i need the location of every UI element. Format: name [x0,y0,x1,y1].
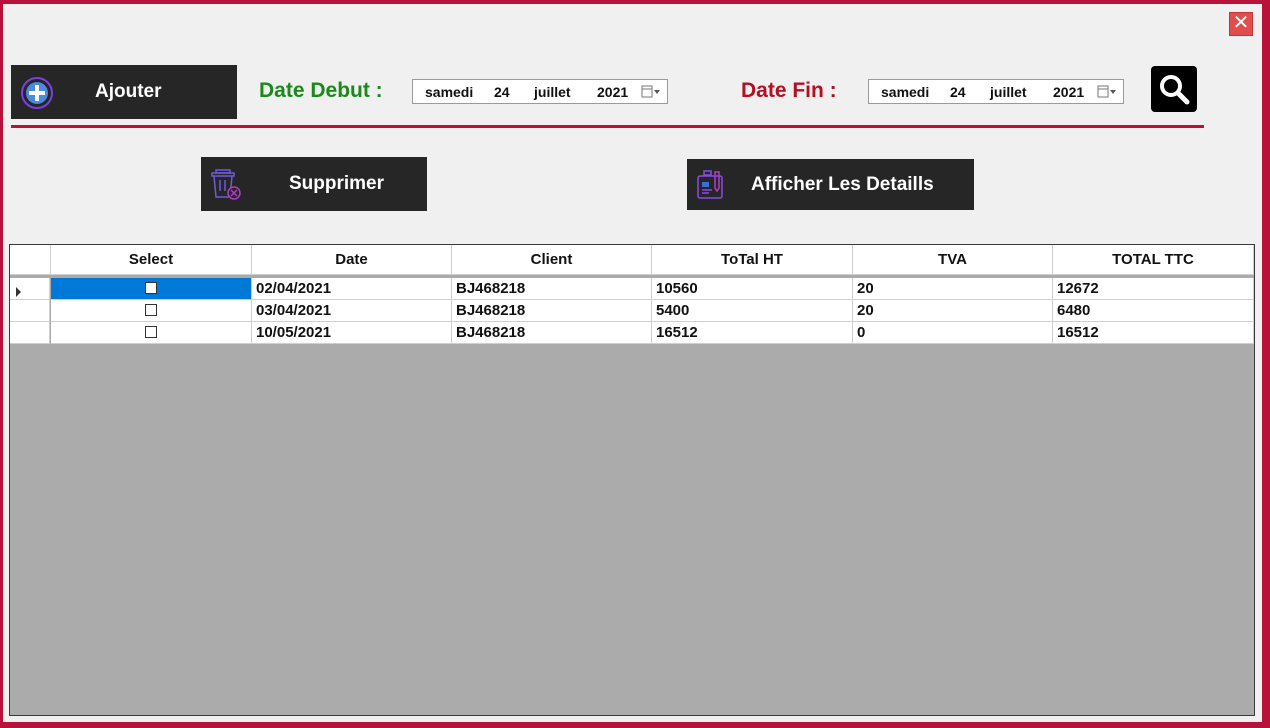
column-header-total-ht[interactable]: ToTal HT [652,245,853,274]
date-fin-dayname: samedi [881,84,930,100]
date-cell[interactable]: 03/04/2021 [252,300,452,322]
column-header-date[interactable]: Date [252,245,452,274]
show-details-button[interactable]: Afficher Les Detaills [687,159,974,210]
grid-header: Select Date Client ToTal HT TVA TOTAL TT… [10,245,1254,275]
column-header-total-ttc[interactable]: TOTAL TTC [1053,245,1254,274]
client-cell[interactable]: BJ468218 [452,322,652,344]
date-debut-year: 2021 [597,84,629,100]
table-row[interactable]: 03/04/2021 BJ468218 5400 20 6480 [10,300,1254,322]
delete-button[interactable]: Supprimer [201,157,427,211]
total-ttc-cell[interactable]: 16512 [1053,322,1254,344]
select-cell[interactable] [51,322,252,344]
total-ht-cell[interactable]: 10560 [652,278,853,300]
select-cell[interactable] [51,300,252,322]
total-ttc-cell[interactable]: 12672 [1053,278,1254,300]
column-header-client[interactable]: Client [452,245,652,274]
tva-cell[interactable]: 0 [853,322,1053,344]
close-icon: ✕ [1232,12,1250,34]
select-cell[interactable] [51,278,252,300]
row-header[interactable] [10,322,50,344]
total-ht-cell[interactable]: 16512 [652,322,853,344]
search-button[interactable] [1151,66,1197,112]
date-cell[interactable]: 02/04/2021 [252,278,452,300]
date-debut-day: 24 [494,84,510,100]
main-window: ✕ Ajouter Date Debut : samedi 24 juillet… [3,4,1262,722]
row-checkbox[interactable] [145,304,157,316]
total-ttc-cell[interactable]: 6480 [1053,300,1254,322]
total-ht-cell[interactable]: 5400 [652,300,853,322]
tva-cell[interactable]: 20 [853,300,1053,322]
date-fin-picker[interactable]: samedi 24 juillet 2021 [868,79,1124,104]
trash-icon [209,167,243,207]
date-debut-picker[interactable]: samedi 24 juillet 2021 [412,79,668,104]
column-header-tva[interactable]: TVA [853,245,1053,274]
tva-cell[interactable]: 20 [853,278,1053,300]
row-header-corner [10,245,51,274]
client-cell[interactable]: BJ468218 [452,300,652,322]
delete-button-label: Supprimer [289,173,385,194]
search-icon [1158,73,1190,110]
date-debut-dayname: samedi [425,84,474,100]
calendar-dropdown-icon[interactable] [641,85,661,99]
date-fin-month: juillet [990,84,1027,100]
row-checkbox[interactable] [145,326,157,338]
row-header[interactable] [10,278,50,300]
invoices-grid[interactable]: Select Date Client ToTal HT TVA TOTAL TT… [9,244,1255,716]
header-divider [11,125,1204,128]
show-details-button-label: Afficher Les Detaills [751,173,934,195]
add-button[interactable]: Ajouter [11,65,237,119]
table-row[interactable]: 02/04/2021 BJ468218 10560 20 12672 [10,278,1254,300]
date-fin-label: Date Fin : [741,79,837,102]
date-fin-day: 24 [950,84,966,100]
date-debut-month: juillet [534,84,571,100]
plus-circle-icon [20,76,54,116]
table-row[interactable]: 10/05/2021 BJ468218 16512 0 16512 [10,322,1254,344]
close-button[interactable]: ✕ [1229,12,1253,36]
calendar-dropdown-icon[interactable] [1097,85,1117,99]
column-header-select[interactable]: Select [51,245,252,274]
client-cell[interactable]: BJ468218 [452,278,652,300]
add-button-label: Ajouter [95,81,162,102]
document-details-icon [695,168,727,208]
date-fin-year: 2021 [1053,84,1085,100]
date-debut-label: Date Debut : [259,79,383,102]
row-header[interactable] [10,300,50,322]
date-cell[interactable]: 10/05/2021 [252,322,452,344]
row-checkbox[interactable] [145,282,157,294]
